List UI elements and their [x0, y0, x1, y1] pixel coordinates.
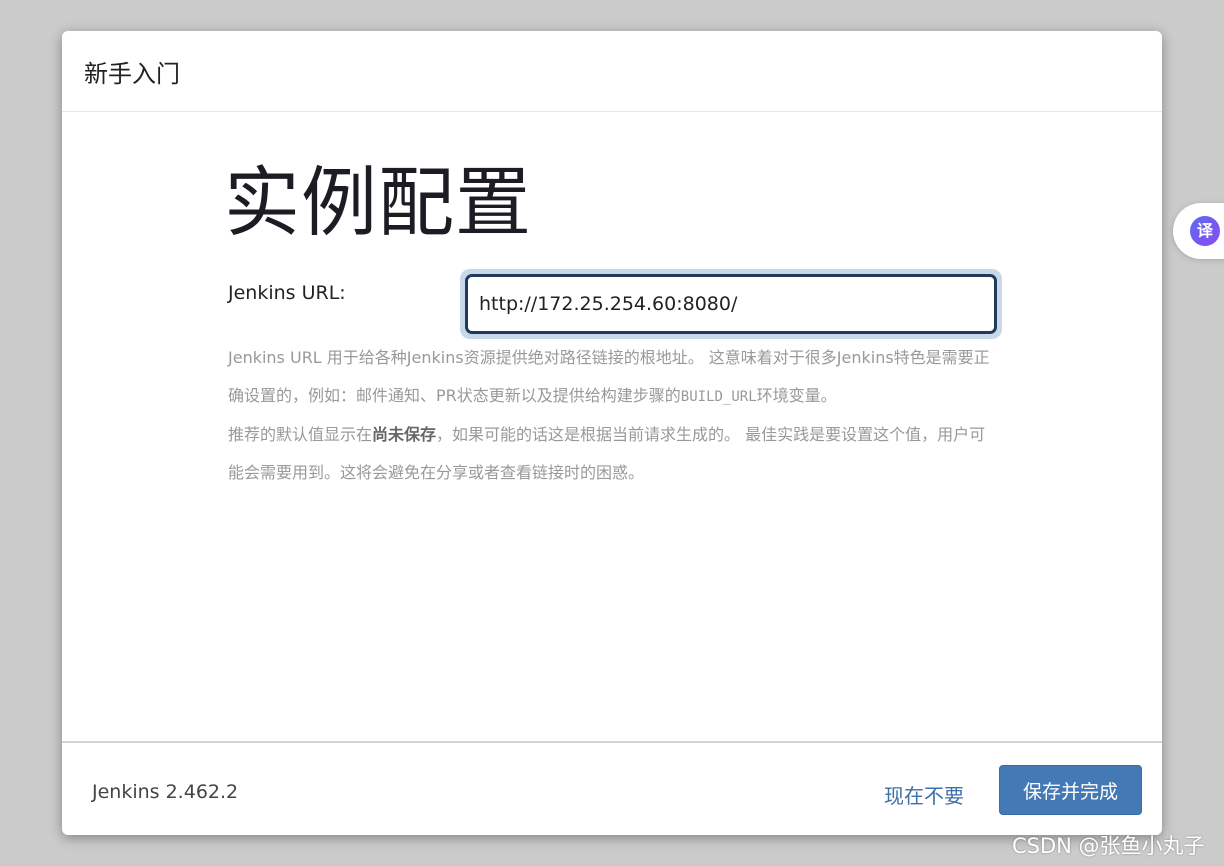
not-saved-emphasis: 尚未保存 [372, 425, 437, 444]
help-paragraph-2: 推荐的默认值显示在尚未保存，如果可能的话这是根据当前请求生成的。 最佳实践是要设… [228, 425, 986, 482]
skip-button[interactable]: 现在不要 [874, 773, 974, 815]
dialog-footer: Jenkins 2.462.2 现在不要 保存并完成 [62, 741, 1162, 835]
translate-icon[interactable]: 译 [1190, 216, 1220, 246]
translate-widget[interactable]: 译 [1173, 203, 1224, 259]
build-url-code: BUILD_URL [680, 388, 757, 405]
jenkins-url-label: Jenkins URL: [228, 282, 346, 304]
jenkins-url-focus-ring [460, 269, 1002, 339]
save-and-finish-button[interactable]: 保存并完成 [999, 765, 1142, 815]
dialog-title: 新手入门 [84, 59, 180, 88]
dialog-header: 新手入门 [62, 31, 1162, 112]
help-paragraph-1: Jenkins URL 用于给各种Jenkins资源提供绝对路径链接的根地址。 … [228, 348, 990, 405]
watermark: CSDN @张鱼小丸子 [1012, 834, 1205, 858]
jenkins-url-help-text: Jenkins URL 用于给各种Jenkins资源提供绝对路径链接的根地址。 … [228, 339, 998, 491]
instance-config-panel: 实例配置 Jenkins URL: Jenkins URL 用于给各种Jenki… [62, 113, 1162, 741]
jenkins-version: Jenkins 2.462.2 [92, 781, 239, 803]
setup-dialog: 新手入门 实例配置 Jenkins URL: Jenkins URL 用于给各种… [62, 31, 1162, 835]
page-title: 实例配置 [224, 158, 532, 247]
jenkins-url-input[interactable] [465, 274, 997, 334]
